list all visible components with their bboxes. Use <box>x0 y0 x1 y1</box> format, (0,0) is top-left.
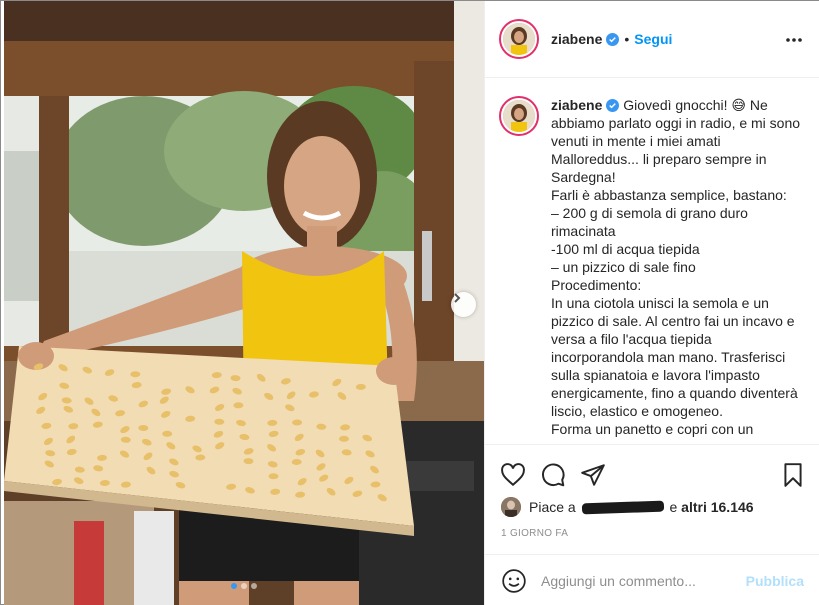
action-bar <box>485 444 819 504</box>
separator: • <box>624 31 630 47</box>
verified-badge-icon <box>606 32 620 46</box>
chevron-right-icon <box>454 293 461 303</box>
publish-button[interactable]: Pubblica <box>746 573 804 589</box>
instagram-post-window: ziabene • Segui ziabene Giovedì gnocchi!… <box>0 0 819 605</box>
redacted-username <box>581 500 664 514</box>
post-header: ziabene • Segui <box>485 1 819 78</box>
likes-count-link[interactable]: altri 16.146 <box>681 499 753 515</box>
pasta-piece <box>268 473 279 480</box>
comment-icon[interactable] <box>540 462 566 488</box>
paper-plane-icon[interactable] <box>580 462 606 488</box>
avatar-image <box>503 23 535 55</box>
comment-bar: Pubblica <box>485 554 819 605</box>
carousel-dot <box>231 583 237 589</box>
post-photo[interactable] <box>4 1 484 605</box>
comment-input[interactable] <box>541 572 741 589</box>
caption-username[interactable]: ziabene <box>551 97 602 113</box>
avatar[interactable] <box>499 19 539 59</box>
avatar-image <box>503 100 535 132</box>
carousel-indicator <box>4 583 484 589</box>
verified-badge-icon <box>606 99 620 112</box>
post-timestamp[interactable]: 1 GIORNO FA <box>501 528 568 539</box>
caption-text: ziabene Giovedì gnocchi! 😅 Ne abbiamo pa… <box>551 96 806 444</box>
username[interactable]: ziabene <box>551 31 602 47</box>
caption-body: Giovedì gnocchi! 😅 Ne abbiamo parlato og… <box>551 97 801 437</box>
more-options-icon[interactable] <box>784 30 804 50</box>
liker-avatar-image <box>501 497 521 517</box>
smiley-icon[interactable] <box>501 568 527 594</box>
follow-button[interactable]: Segui <box>634 31 672 47</box>
pasta-piece <box>292 419 303 426</box>
post-side-panel: ziabene • Segui ziabene Giovedì gnocchi!… <box>484 1 819 605</box>
photo-illustration <box>4 1 484 605</box>
heart-icon[interactable] <box>500 462 526 488</box>
likes-prefix: Piace a <box>529 499 576 515</box>
liker-avatar[interactable] <box>501 497 521 517</box>
likes-mid: e <box>669 499 678 515</box>
caption-avatar[interactable] <box>499 96 539 136</box>
caption-area: ziabene Giovedì gnocchi! 😅 Ne abbiamo pa… <box>485 78 819 444</box>
carousel-next-button[interactable] <box>451 292 476 317</box>
bookmark-icon[interactable] <box>780 462 806 488</box>
likes-summary: Piace a e altri 16.146 <box>501 497 754 517</box>
carousel-dot <box>251 583 257 589</box>
carousel-dot <box>241 583 247 589</box>
